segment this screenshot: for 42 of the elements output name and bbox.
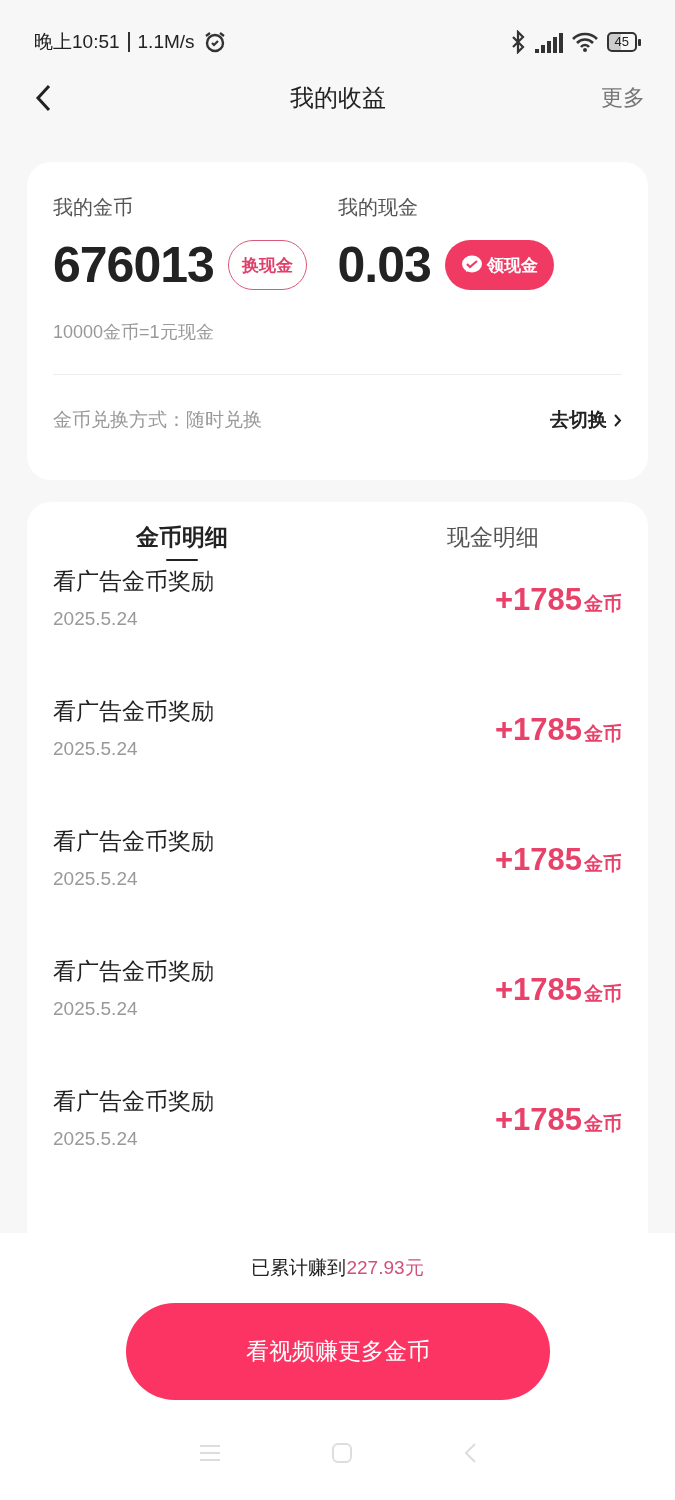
balance-label: 我的现金 — [337, 195, 419, 220]
watch-video-button[interactable]: 看视频赚更多金币 — [125, 1303, 550, 1400]
wifi-icon — [570, 31, 599, 53]
record-amount: +1785金币 — [494, 1102, 622, 1139]
balance-label: 我的金币 — [53, 195, 134, 220]
exchange-cash-button[interactable]: 换现金 — [227, 240, 307, 290]
battery-indicator: 45 — [606, 32, 637, 52]
record-date: 2025.5.24 — [53, 868, 139, 890]
record-title: 看广告金币奖励 — [53, 827, 214, 856]
status-time: 晚上10:51 — [34, 30, 120, 54]
page-title: 我的收益 — [289, 83, 386, 113]
record-date: 2025.5.24 — [53, 738, 139, 760]
chat-check-icon — [460, 255, 483, 275]
earned-total: 已累计赚到227.93元 — [251, 1256, 424, 1280]
exchange-method: 金币兑换方式：随时兑换 — [53, 408, 262, 432]
switch-link[interactable]: 去切换 — [550, 407, 622, 433]
record-date: 2025.5.24 — [53, 998, 139, 1020]
bluetooth-icon — [510, 30, 525, 54]
record-date: 2025.5.24 — [53, 608, 139, 630]
record-title: 看广告金币奖励 — [53, 1087, 214, 1116]
menu-icon[interactable] — [198, 1444, 221, 1462]
home-icon[interactable] — [330, 1442, 353, 1464]
balance-value: 0.03 — [337, 236, 431, 294]
tab[interactable]: 现金明细 — [337, 502, 648, 562]
record-amount: +1785金币 — [494, 842, 622, 879]
signal-icon — [532, 30, 563, 54]
exchange-rate: 10000金币=1元现金 — [53, 321, 215, 344]
record-amount: +1785金币 — [494, 712, 622, 749]
more-link[interactable]: 更多 — [601, 83, 645, 113]
claim-cash-button[interactable]: 领现金 — [444, 240, 554, 290]
record-date: 2025.5.24 — [53, 1128, 139, 1150]
balance-value: 676013 — [53, 236, 214, 294]
record-amount: +1785金币 — [494, 582, 622, 619]
chevron-right-icon — [613, 412, 622, 428]
back-icon[interactable] — [34, 83, 52, 113]
record-title: 看广告金币奖励 — [53, 697, 214, 726]
record-amount: +1785金币 — [494, 972, 622, 1009]
tab[interactable]: 金币明细 — [27, 502, 338, 562]
record-title: 看广告金币奖励 — [53, 567, 214, 596]
network-speed: 1.1M/s — [137, 31, 195, 53]
record-title: 看广告金币奖励 — [53, 957, 214, 986]
divider-bar — [127, 32, 130, 52]
